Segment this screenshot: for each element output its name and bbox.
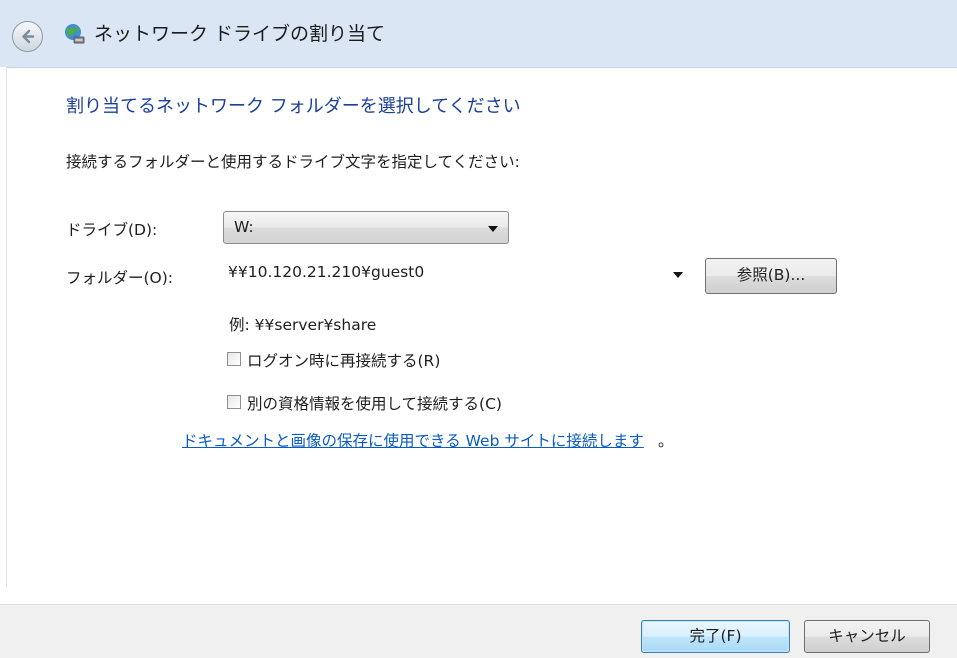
finish-button[interactable]: 完了(F) [641,620,790,653]
reconnect-checkbox[interactable] [227,352,241,366]
page-heading: 割り当てるネットワーク フォルダーを選択してください [66,96,521,117]
link-suffix: 。 [658,432,674,450]
chevron-down-icon [488,226,498,232]
drive-select-value: W: [234,218,254,236]
web-site-link[interactable]: ドキュメントと画像の保存に使用できる Web サイトに接続します [182,429,644,451]
example-text: 例: ¥¥server¥share [229,316,377,334]
window-title: ネットワーク ドライブの割り当て [94,23,386,45]
back-button[interactable] [12,21,43,52]
browse-button[interactable]: 参照(B)... [705,258,837,294]
folder-label: フォルダー(O): [66,269,174,287]
back-arrow-icon [22,29,35,44]
title-bar: ネットワーク ドライブの割り当て [0,0,957,68]
chevron-down-icon[interactable] [673,272,683,278]
credentials-checkbox[interactable] [227,395,241,409]
folder-input-value: ¥¥10.120.21.210¥guest0 [228,263,425,281]
left-border [0,67,7,587]
network-drive-icon [65,24,85,44]
drive-label: ドライブ(D): [66,221,158,239]
instruction-text: 接続するフォルダーと使用するドライブ文字を指定してください: [66,153,520,171]
cancel-button[interactable]: キャンセル [804,620,930,653]
drive-select[interactable]: W: [223,211,509,244]
credentials-label[interactable]: 別の資格情報を使用して接続する(C) [247,392,502,414]
folder-combobox[interactable]: ¥¥10.120.21.210¥guest0 [222,258,692,290]
reconnect-label[interactable]: ログオン時に再接続する(R) [247,349,440,371]
